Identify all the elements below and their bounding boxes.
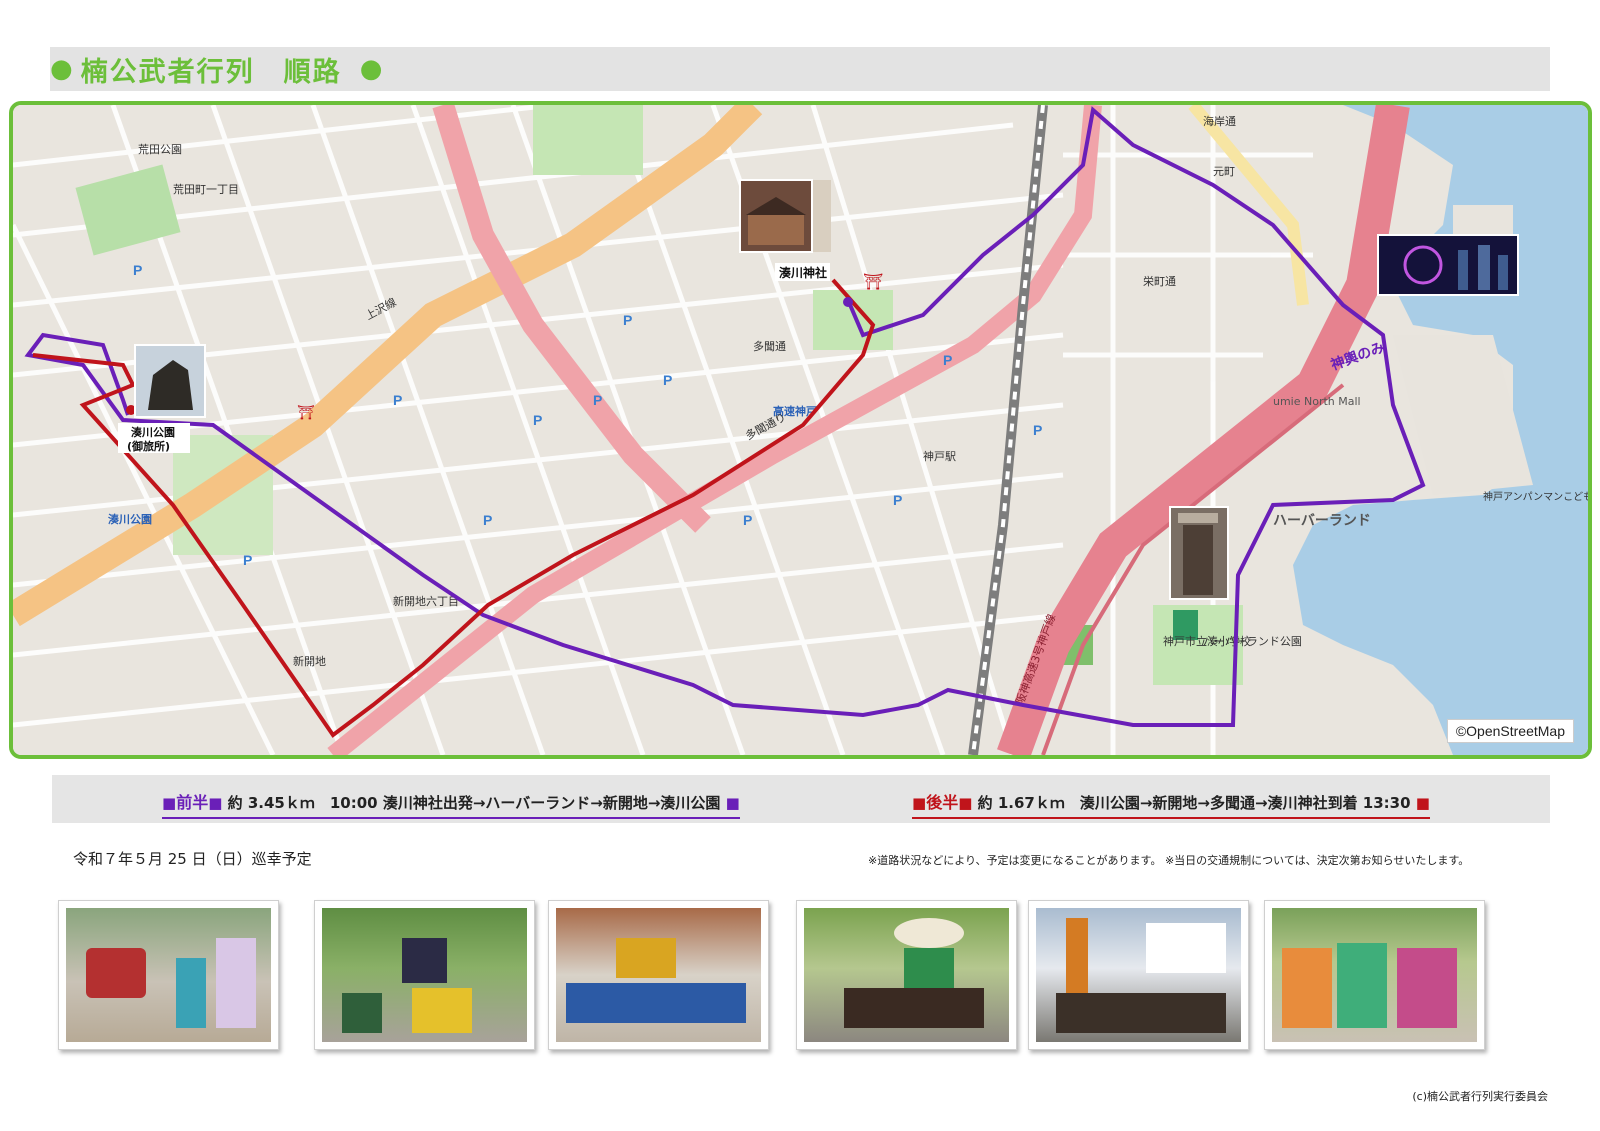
photo-harbor-procession[interactable] <box>1028 900 1249 1050</box>
photo-blue-procession[interactable] <box>548 900 769 1050</box>
map-label-koto: 元町 <box>1213 165 1235 178</box>
legend-second-marker-end: ■ <box>1415 794 1430 812</box>
legend-bar: ■前半■ 約 3.45ｋｍ 10:00 湊川神社出発→ハーバーランド→新開地→湊… <box>52 775 1550 823</box>
legend-second-text: 約 1.67ｋｍ 湊川公園→新開地→多聞通→湊川神社到着 13:30 <box>977 794 1411 812</box>
map-label-harborland: ハーバーランド <box>1273 513 1371 529</box>
legend-first-label: 前半 <box>176 793 209 812</box>
map-label-tamon: 多聞通 <box>753 339 786 353</box>
parking-icon: P <box>743 512 752 528</box>
map-label-sakaemachi: 栄町通 <box>1143 274 1176 288</box>
copyright: (c)楠公武者行列実行委員会 <box>1412 1090 1548 1103</box>
header-dot-left: ● <box>50 54 73 84</box>
map-label-kobe-station: 神戸駅 <box>923 449 956 463</box>
map-label-shinkaichi: 新開地 <box>293 654 326 668</box>
parking-icon: P <box>623 312 632 328</box>
ferris-wheel-photo-icon <box>1377 234 1519 296</box>
photo-strip <box>58 900 1558 1060</box>
map-attribution: ©OpenStreetMap <box>1446 719 1574 743</box>
legend-second-label: 後半 <box>926 793 959 812</box>
shrine-photo-icon <box>739 179 831 253</box>
disclaimer-note: ※道路状況などにより、予定は変更になることがあります。 ※当日の交通規制について… <box>868 854 1470 867</box>
map-label-umie: umie North Mall <box>1273 395 1361 408</box>
parking-icon: P <box>893 492 902 508</box>
legend-first-text: 約 3.45ｋｍ 10:00 湊川神社出発→ハーバーランド→新開地→湊川公園 <box>227 794 721 812</box>
legend-first-half: ■前半■ 約 3.45ｋｍ 10:00 湊川神社出発→ハーバーランド→新開地→湊… <box>162 789 740 819</box>
parking-icon: P <box>1033 422 1042 438</box>
map-label-arakawa-park: 荒田公園 <box>138 143 182 156</box>
parking-icon: P <box>393 392 402 408</box>
photo-portable-shrine[interactable] <box>314 900 535 1050</box>
harborland-photo-icon <box>1169 506 1229 600</box>
map-label-arata: 荒田町一丁目 <box>173 183 239 196</box>
map-label-kodomo: 神戸アンパンマンこどもミュージアム&モール <box>1483 490 1588 503</box>
statue-photo-icon <box>134 344 206 418</box>
park-sublabel: (御旅所) <box>127 439 170 453</box>
parking-icon: P <box>593 392 602 408</box>
map-label-minatogawa-park: 湊川公園 <box>108 512 152 526</box>
legend-second-marker-2: ■ <box>958 794 973 812</box>
photo-rickshaws[interactable] <box>58 900 279 1050</box>
event-date: 令和７年５月 25 日（日）巡幸予定 <box>73 850 312 868</box>
torii-icon: ⛩ <box>297 405 315 421</box>
torii-icon: ⛩ <box>863 272 883 291</box>
parking-icon: P <box>943 352 952 368</box>
header-dot-right: ● <box>359 54 383 84</box>
legend-first-marker-end: ■ <box>725 794 740 812</box>
legend-second-marker: ■ <box>912 794 927 812</box>
page-title: 楠公武者行列 順路 <box>80 56 342 88</box>
photo-children-parade[interactable] <box>1264 900 1485 1050</box>
parking-icon: P <box>243 552 252 568</box>
legend-first-marker: ■ <box>162 794 177 812</box>
legend-second-half: ■後半■ 約 1.67ｋｍ 湊川公園→新開地→多聞通→湊川神社到着 13:30 … <box>912 789 1430 819</box>
start-marker <box>843 297 853 307</box>
route-map[interactable]: P P P P P P P P P P P P 荒田公園 荒田町一丁目 上沢線 … <box>9 101 1592 759</box>
photo-horse-rider[interactable] <box>796 900 1017 1050</box>
header-bar: ● 楠公武者行列 順路 ● <box>50 47 1550 91</box>
map-label-shinkaichi6: 新開地六丁目 <box>393 594 459 608</box>
shrine-label: 湊川神社 <box>779 265 827 280</box>
parking-icon: P <box>133 262 142 278</box>
park-label: 湊川公園 <box>131 425 175 439</box>
parking-icon: P <box>533 412 542 428</box>
parking-icon: P <box>483 512 492 528</box>
legend-first-marker-2: ■ <box>208 794 223 812</box>
parking-icon: P <box>663 372 672 388</box>
map-label-kaigan: 海岸通 <box>1203 114 1236 128</box>
